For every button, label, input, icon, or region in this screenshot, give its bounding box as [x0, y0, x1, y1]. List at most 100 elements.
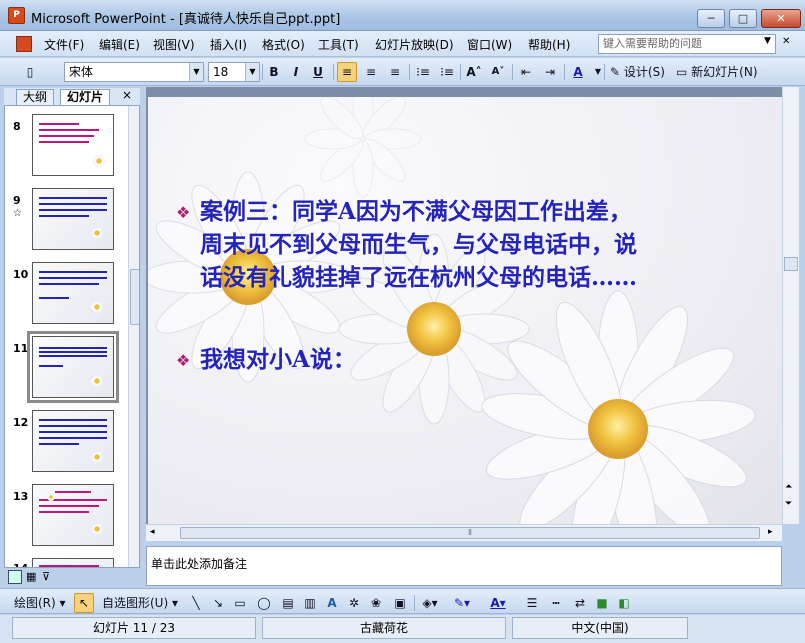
- decrease-indent-icon[interactable]: ⇤: [516, 62, 536, 82]
- increase-indent-icon[interactable]: ⇥: [540, 62, 560, 82]
- 3d-style-icon[interactable]: ◧: [614, 593, 634, 613]
- vertical-textbox-icon[interactable]: ▥: [300, 593, 320, 613]
- increase-font-icon[interactable]: A˄: [464, 62, 484, 82]
- chevron-down-icon[interactable]: ▼: [245, 63, 259, 81]
- slide-number: 8: [13, 120, 21, 133]
- oval-tool-icon[interactable]: ◯: [254, 593, 274, 613]
- slide-bullet-1[interactable]: 案例三：同学A因为不满父母因工作出差， 周末见不到父母而生气，与父母电话中，说 …: [200, 195, 775, 294]
- menu-window[interactable]: 窗口(W): [467, 36, 512, 53]
- slide-number: 10: [13, 268, 29, 281]
- align-left-icon[interactable]: ≡: [337, 62, 357, 82]
- decrease-font-icon[interactable]: A˅: [488, 62, 508, 82]
- italic-button[interactable]: I: [286, 62, 306, 82]
- chevron-down-icon[interactable]: ▼: [189, 63, 203, 81]
- bullet-icon: ❖: [176, 203, 191, 222]
- slide-thumbnail[interactable]: [32, 188, 114, 250]
- menu-tools[interactable]: 工具(T): [318, 36, 359, 53]
- font-color-icon[interactable]: A: [568, 62, 588, 82]
- bold-button[interactable]: B: [264, 62, 284, 82]
- slide-sorter-icon[interactable]: ▦: [26, 570, 36, 583]
- draw-label: 绘图(R): [14, 596, 56, 610]
- dash-style-icon[interactable]: ┅: [546, 593, 566, 613]
- close-button[interactable]: ✕: [761, 9, 801, 28]
- slide-vertical-scrollbar[interactable]: ⏶ ⏷: [782, 87, 799, 524]
- menu-insert[interactable]: 插入(I): [210, 36, 247, 53]
- insert-picture-icon[interactable]: ▣: [390, 593, 410, 613]
- animation-star-icon: ☆: [13, 208, 22, 219]
- slides-pane-scrollbar[interactable]: [128, 106, 139, 567]
- rectangle-tool-icon[interactable]: ▭: [230, 593, 250, 613]
- menu-file[interactable]: 文件(F): [44, 36, 84, 53]
- new-document-icon[interactable]: ▯: [20, 62, 40, 82]
- line-tool-icon[interactable]: ╲: [186, 593, 206, 613]
- scroll-right-icon[interactable]: ▸: [768, 527, 773, 537]
- slideshow-icon[interactable]: ⊽: [42, 570, 50, 583]
- line-color-icon[interactable]: ✎▾: [452, 593, 472, 613]
- chevron-down-icon[interactable]: ▼: [588, 62, 608, 82]
- slide-bullet-2[interactable]: 我想对小A说：: [200, 343, 356, 376]
- help-dropdown-icon[interactable]: ▼: [764, 36, 771, 46]
- maximize-button[interactable]: □: [729, 9, 757, 28]
- slide-bullet-1-line: 案例三：同学A因为不满父母因工作出差，: [200, 198, 632, 225]
- new-slide-button[interactable]: ▭ 新幻灯片(N): [676, 62, 758, 82]
- close-panel-icon[interactable]: ×: [122, 88, 132, 102]
- menu-edit[interactable]: 编辑(E): [99, 36, 140, 53]
- scrollbar-thumb[interactable]: [784, 257, 798, 271]
- minimize-button[interactable]: ─: [697, 9, 725, 28]
- line-style-icon[interactable]: ☰: [522, 593, 542, 613]
- slide-number: 11: [13, 342, 29, 355]
- slide-canvas[interactable]: ❖ 案例三：同学A因为不满父母因工作出差， 周末见不到父母而生气，与父母电话中，…: [148, 97, 782, 524]
- help-search-input[interactable]: 键入需要帮助的问题: [598, 34, 776, 54]
- slide-number: 12: [13, 416, 29, 429]
- scrollbar-thumb[interactable]: ⦀: [180, 527, 760, 539]
- font-name-combo[interactable]: 宋体 ▼: [64, 62, 204, 82]
- draw-menu-button[interactable]: 绘图(R) ▾: [14, 593, 66, 613]
- align-right-icon[interactable]: ≡: [385, 62, 405, 82]
- slide-thumbnail[interactable]: [32, 484, 114, 546]
- slide-thumbnail[interactable]: [32, 410, 114, 472]
- fill-color-icon[interactable]: ◈▾: [420, 593, 440, 613]
- font-size-combo[interactable]: 18 ▼: [208, 62, 260, 82]
- clipart-icon[interactable]: ❀: [366, 593, 386, 613]
- design-icon: ✎: [610, 65, 621, 79]
- shadow-style-icon[interactable]: ■: [592, 593, 612, 613]
- design-button[interactable]: ✎ 设计(S): [610, 62, 665, 82]
- menu-help[interactable]: 帮助(H): [528, 36, 570, 53]
- arrow-tool-icon[interactable]: ↘: [208, 593, 228, 613]
- select-pointer-icon[interactable]: ↖: [74, 593, 94, 613]
- powerpoint-app-icon[interactable]: P: [8, 7, 25, 24]
- font-color-draw-icon[interactable]: A▾: [488, 593, 508, 613]
- next-slide-icon[interactable]: ⏷: [785, 499, 792, 509]
- tab-slides[interactable]: 幻灯片: [60, 89, 111, 105]
- close-document-icon[interactable]: ✕: [782, 36, 790, 47]
- slide-thumbnail[interactable]: [32, 262, 114, 324]
- document-icon[interactable]: [16, 36, 32, 52]
- menu-format[interactable]: 格式(O): [262, 36, 305, 53]
- align-center-icon[interactable]: ≡: [361, 62, 381, 82]
- tab-outline[interactable]: 大纲: [16, 89, 55, 105]
- menu-slideshow[interactable]: 幻灯片放映(D): [375, 36, 454, 53]
- bulleted-list-icon[interactable]: ⁝≡: [437, 62, 457, 82]
- textbox-tool-icon[interactable]: ▤: [278, 593, 298, 613]
- scroll-left-icon[interactable]: ◂: [150, 527, 155, 537]
- view-buttons: ▦ ⊽: [4, 570, 140, 586]
- underline-button[interactable]: U: [308, 62, 328, 82]
- font-size-value: 18: [213, 65, 229, 79]
- autoshape-menu-button[interactable]: 自选图形(U) ▾: [102, 593, 178, 613]
- slide-thumbnail[interactable]: [32, 114, 114, 176]
- font-name-value: 宋体: [69, 65, 94, 79]
- scrollbar-thumb[interactable]: [130, 269, 139, 325]
- slide-horizontal-scrollbar[interactable]: ◂ ⦀ ▸: [146, 524, 782, 541]
- arrow-style-icon[interactable]: ⇄: [570, 593, 590, 613]
- slide-number: 14: [13, 562, 28, 567]
- numbered-list-icon[interactable]: ⁝≡: [413, 62, 433, 82]
- slide-thumbnail-selected[interactable]: [27, 331, 119, 403]
- normal-view-icon[interactable]: [8, 570, 22, 584]
- slide-thumbnail[interactable]: [32, 558, 114, 567]
- autoshape-label: 自选图形(U): [102, 596, 169, 610]
- diagram-icon[interactable]: ✲: [344, 593, 364, 613]
- notes-pane[interactable]: 单击此处添加备注: [146, 546, 782, 586]
- menu-view[interactable]: 视图(V): [153, 36, 195, 53]
- wordart-icon[interactable]: A: [322, 593, 342, 613]
- previous-slide-icon[interactable]: ⏶: [785, 482, 792, 492]
